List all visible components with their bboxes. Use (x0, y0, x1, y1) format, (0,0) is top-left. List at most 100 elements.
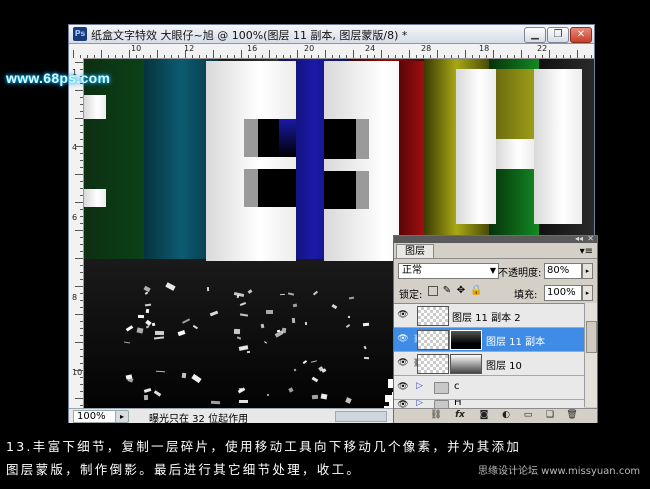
ruler-tick (535, 55, 536, 58)
letter-side (399, 61, 424, 261)
ruler-label: 20 (304, 44, 315, 53)
ruler-tick (528, 55, 529, 58)
ruler-tick (80, 160, 83, 161)
horizontal-scrollbar[interactable] (335, 411, 387, 422)
new-layer-icon[interactable]: ❑ (544, 410, 556, 421)
ruler-tick (276, 55, 277, 58)
ruler-tick (318, 55, 319, 58)
layer-row[interactable]: 👁 图层 11 副本 2 (394, 304, 584, 328)
ruler-tick (143, 55, 144, 58)
fill-label: 填充: (514, 290, 538, 301)
shard (348, 296, 355, 299)
opacity-input[interactable]: 80% (544, 263, 582, 279)
expand-triangle-icon[interactable]: ▷ (416, 381, 423, 391)
ruler-tick (122, 55, 123, 58)
shard (266, 393, 269, 397)
ruler-vertical[interactable]: 1 4 6 8 10 (69, 58, 84, 408)
zoom-field[interactable]: 100% (73, 410, 118, 423)
link-layers-icon[interactable]: ⛓ (430, 410, 442, 421)
ruler-tick (80, 139, 83, 140)
minimize-button[interactable]: ▁ (524, 27, 546, 43)
ruler-tick (185, 50, 186, 58)
ruler-tick (353, 50, 354, 58)
adjustment-icon[interactable]: ◐ (500, 410, 512, 421)
ruler-tick (80, 195, 83, 196)
layer-row[interactable]: 👁 ⛓ 图层 11 副本 (394, 328, 584, 352)
expand-triangle-icon[interactable]: ▷ (416, 400, 423, 408)
ruler-tick (206, 55, 207, 58)
letter-e-block (206, 61, 296, 261)
ruler-label: 18 (479, 44, 490, 53)
ruler-horizontal[interactable]: 10 12 16 20 24 28 18 22 (69, 44, 594, 59)
layer-row[interactable]: 👁 ⛓ 图层 10 (394, 352, 584, 376)
folder-icon (434, 382, 449, 394)
photoshop-icon: Ps (73, 27, 87, 41)
ruler-tick (80, 97, 83, 98)
ruler-tick (248, 55, 249, 58)
panel-footer: ⛓ fx ◙ ◐ ▭ ❑ 🗑 (394, 408, 597, 423)
shard (238, 400, 248, 403)
lock-all-icon[interactable]: 🔒 (470, 286, 482, 296)
eye-icon[interactable]: 👁 (397, 382, 409, 392)
ruler-tick (80, 384, 83, 385)
ruler-tick (75, 62, 83, 63)
restore-button[interactable]: ❐ (547, 27, 569, 43)
restore-icon: ❐ (553, 29, 563, 40)
folder-icon[interactable]: ▭ (522, 410, 534, 421)
ruler-label: 22 (537, 44, 548, 53)
tab-layers[interactable]: 图层 (396, 244, 434, 259)
letter-h-block (456, 69, 496, 224)
ruler-tick (556, 55, 557, 58)
lock-position-icon[interactable]: ✥ (456, 286, 466, 296)
letter-e-shadow (356, 171, 369, 209)
fill-input[interactable]: 100% (544, 285, 582, 301)
ruler-tick (75, 398, 83, 399)
ruler-tick (409, 50, 410, 58)
layer-list-scrollbar[interactable] (584, 303, 597, 407)
panel-header[interactable]: ◂◂ ✕ (394, 234, 597, 243)
shard (363, 345, 367, 349)
eye-icon[interactable]: 👁 (397, 310, 409, 320)
ruler-tick (493, 50, 494, 58)
layer-mask-thumbnail[interactable] (450, 330, 482, 350)
opacity-slider-button[interactable]: ▸ (582, 263, 593, 279)
close-button[interactable]: ✕ (570, 27, 592, 43)
credit-text: 思缘设计论坛 www.missyuan.com (478, 466, 641, 477)
ruler-tick (136, 55, 137, 58)
ruler-tick (360, 55, 361, 58)
lock-pixels-icon[interactable]: ✎ (442, 286, 452, 296)
mask-icon[interactable]: ◙ (478, 410, 490, 421)
ruler-tick (75, 286, 83, 287)
lock-transparency-icon[interactable] (428, 286, 438, 296)
shard (320, 393, 328, 400)
ruler-tick (255, 55, 256, 58)
ruler-tick (269, 50, 270, 58)
blend-mode-select[interactable]: 正常 ▼ (398, 263, 499, 279)
minimize-icon: ▁ (531, 29, 539, 40)
fill-slider-button[interactable]: ▸ (582, 285, 593, 301)
letter-h-block (534, 69, 582, 224)
ruler-tick (75, 230, 83, 231)
layers-panel: ◂◂ ✕ 图层 ▾≡ 正常 ▼ 不透明度: 80% ▸ 锁定: ✎ ✥ 🔒 填充… (393, 234, 598, 423)
title-bar[interactable]: Ps 纸盒文字特效 大眼仔~旭 @ 100%(图层 11 副本, 图层蒙版/8)… (69, 25, 594, 44)
fx-icon[interactable]: fx (454, 410, 466, 421)
ruler-tick (472, 55, 473, 58)
panel-menu-icon[interactable]: ▾≡ (580, 246, 593, 257)
shard (312, 394, 319, 400)
layer-name: H (454, 400, 462, 408)
trash-icon[interactable]: 🗑 (566, 410, 578, 421)
status-menu-icon[interactable]: ▸ (115, 410, 129, 423)
close-icon[interactable]: ✕ (587, 234, 594, 243)
shard (145, 303, 152, 306)
ruler-tick (283, 55, 284, 58)
scrollbar-thumb[interactable] (586, 321, 597, 353)
eye-icon[interactable]: 👁 (397, 334, 409, 344)
shard (260, 323, 265, 329)
ruler-tick (507, 55, 508, 58)
green-stripe (84, 59, 144, 259)
ruler-label: 24 (365, 44, 376, 53)
layer-row[interactable]: 👁 ▷ c (394, 376, 584, 400)
eye-icon[interactable]: 👁 (397, 358, 409, 368)
collapse-icon[interactable]: ◂◂ (575, 234, 583, 243)
layer-mask-thumbnail[interactable] (450, 354, 482, 374)
